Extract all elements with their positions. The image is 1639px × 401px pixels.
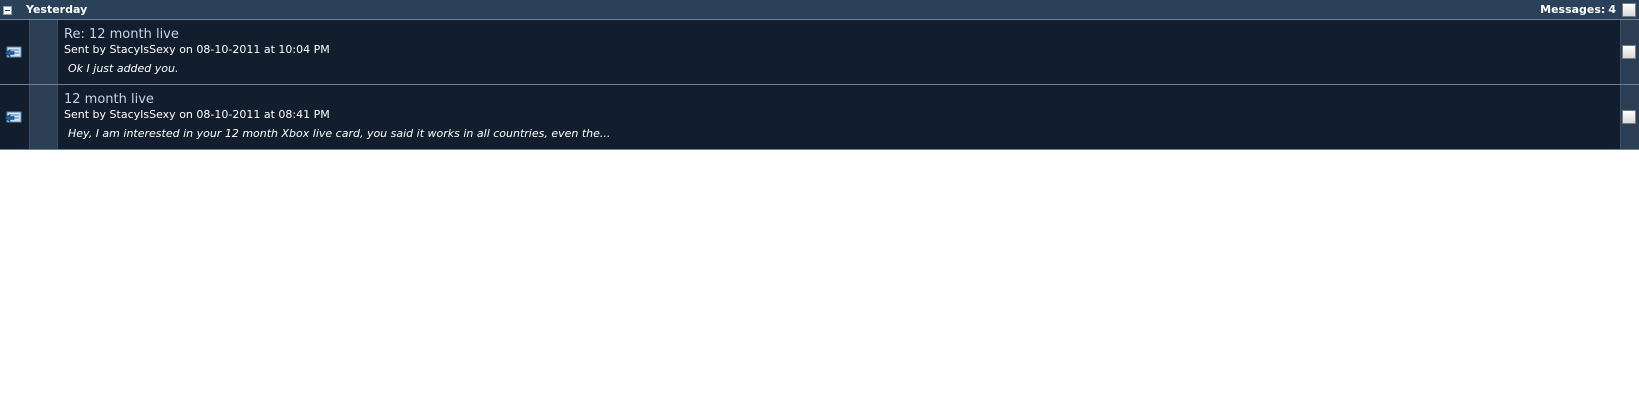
message-count-label: Messages: bbox=[1540, 3, 1606, 16]
message-checkbox[interactable] bbox=[1622, 45, 1636, 59]
on-label: on bbox=[179, 108, 193, 121]
message-content: 12 month live Sent by StacyIsSexy on 08-… bbox=[64, 85, 1614, 149]
message-time: 08:41 PM bbox=[278, 108, 330, 121]
message-date: 08-10-2011 bbox=[196, 108, 261, 121]
message-title-link[interactable]: Re: 12 month live bbox=[64, 27, 179, 42]
message-preview: Ok I just added you. bbox=[68, 62, 179, 75]
message-checkbox[interactable] bbox=[1622, 110, 1636, 124]
message-row: 12 month live Sent by StacyIsSexy on 08-… bbox=[0, 85, 1639, 150]
reply-arrow-icon[interactable] bbox=[4, 46, 22, 58]
reply-arrow-icon[interactable] bbox=[4, 111, 22, 123]
message-icon-cell bbox=[0, 85, 30, 149]
message-preview: Hey, I am interested in your 12 month Xb… bbox=[68, 127, 611, 140]
message-icon-cell bbox=[0, 20, 30, 84]
message-row: Re: 12 month live Sent by StacyIsSexy on… bbox=[0, 20, 1639, 85]
message-status-cell bbox=[30, 85, 58, 149]
message-date: 08-10-2011 bbox=[196, 43, 261, 56]
at-label: at bbox=[263, 43, 275, 56]
on-label: on bbox=[179, 43, 193, 56]
collapse-icon[interactable] bbox=[3, 6, 12, 15]
message-time: 10:04 PM bbox=[278, 43, 330, 56]
message-count-value: 4 bbox=[1608, 3, 1616, 16]
at-label: at bbox=[263, 108, 275, 121]
message-status-cell bbox=[30, 20, 58, 84]
private-messages-table: Yesterday Messages: 4 Re: 12 month live S… bbox=[0, 0, 1639, 150]
message-title-link[interactable]: 12 month live bbox=[64, 92, 154, 107]
message-meta: Sent by StacyIsSexy on 08-10-2011 at 10:… bbox=[64, 43, 330, 56]
group-header: Yesterday Messages: 4 bbox=[0, 0, 1639, 20]
group-title: Yesterday bbox=[26, 3, 88, 16]
message-content: Re: 12 month live Sent by StacyIsSexy on… bbox=[64, 20, 1614, 84]
sent-by-label: Sent by bbox=[64, 108, 107, 121]
message-select-cell bbox=[1620, 20, 1639, 84]
message-meta: Sent by StacyIsSexy on 08-10-2011 at 08:… bbox=[64, 108, 330, 121]
message-select-cell bbox=[1620, 85, 1639, 149]
sent-by-label: Sent by bbox=[64, 43, 107, 56]
sender-link[interactable]: StacyIsSexy bbox=[110, 43, 176, 56]
message-count: Messages: 4 bbox=[1540, 3, 1616, 17]
select-all-checkbox[interactable] bbox=[1622, 3, 1636, 17]
sender-link[interactable]: StacyIsSexy bbox=[110, 108, 176, 121]
